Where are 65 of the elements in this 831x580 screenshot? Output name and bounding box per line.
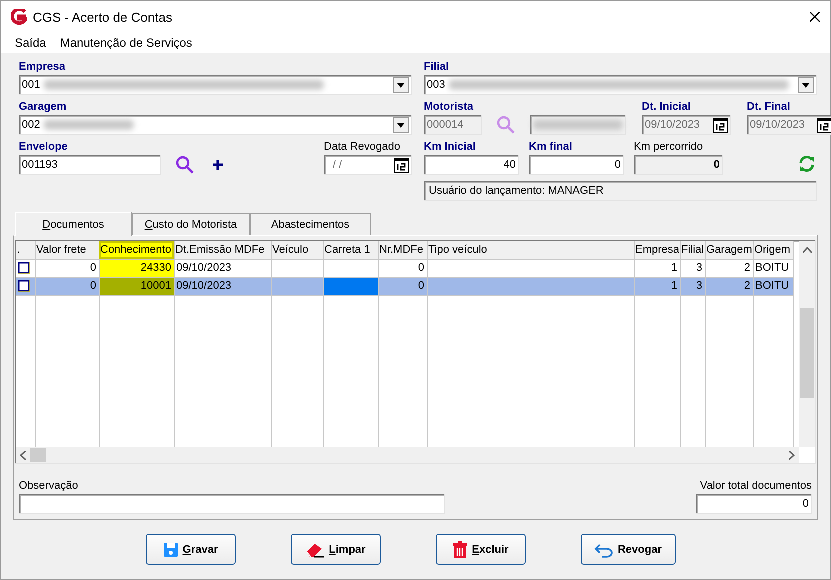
table-cell: 1	[634, 277, 680, 295]
column-header[interactable]: Valor frete	[35, 241, 99, 259]
field-label: Envelope	[19, 140, 69, 155]
table-cell: 3	[680, 259, 705, 277]
column-header[interactable]: Nr.MDFe	[378, 241, 427, 259]
field-label: Garagem	[19, 100, 68, 115]
input-field[interactable]: 001193	[19, 155, 161, 175]
column-header[interactable]: .	[16, 241, 35, 259]
column-header[interactable]: Garagem	[705, 241, 753, 259]
tab[interactable]: Documentos	[15, 212, 132, 236]
table-cell: 10001	[99, 277, 174, 295]
field-label: Filial	[424, 60, 450, 75]
field-label: Dt. Inicial	[642, 100, 692, 115]
table-cell: BOITU	[753, 277, 793, 295]
table-cell: 1	[634, 259, 680, 277]
table-cell: 0	[378, 277, 427, 295]
field-label: Dt. Final	[747, 100, 792, 115]
field-label: Km Inicial	[424, 140, 477, 155]
date-field[interactable]: / /	[324, 155, 412, 175]
menu-item[interactable]: Manutenção de Serviços	[60, 36, 192, 50]
table-cell: 09/10/2023	[174, 259, 271, 277]
column-header[interactable]: Origem	[753, 241, 793, 259]
column-header[interactable]: Tipo veículo	[427, 241, 634, 259]
combo-box[interactable]: 003	[424, 75, 817, 95]
table-cell: BOITU	[753, 259, 793, 277]
input-field[interactable]: 0	[696, 494, 812, 514]
action-button[interactable]: Limpar	[290, 534, 380, 565]
field-label: Empresa	[19, 60, 66, 75]
column-header[interactable]: Filial	[680, 241, 705, 259]
info-box: Usuário do lançamento: MANAGER	[424, 181, 817, 201]
field-label: Valor total documentos	[700, 479, 812, 494]
field-label: Km percorrido	[634, 140, 704, 155]
date-value: 09/10/2023	[750, 119, 806, 131]
table-cell: 0	[35, 259, 99, 277]
date-value: 09/10/2023	[645, 119, 700, 131]
action-button[interactable]: Gravar	[146, 534, 236, 565]
table-cell: 24330	[99, 259, 174, 277]
date-value: / /	[332, 159, 342, 171]
tab[interactable]: Abastecimentos	[250, 213, 371, 235]
field-label: Data Revogado	[324, 140, 402, 155]
action-button[interactable]: Revogar	[580, 534, 676, 565]
table-cell: 2	[705, 277, 753, 295]
menu-item[interactable]: Saída	[15, 36, 46, 50]
input-field[interactable]: 40	[424, 155, 519, 175]
column-header[interactable]: Dt.Emissão MDFe	[174, 241, 271, 259]
table-cell: 3	[680, 277, 705, 295]
field-label: Observação	[19, 479, 80, 494]
combo-value: 002	[22, 119, 40, 131]
table-cell: 0	[378, 259, 427, 277]
combo-value: 001	[22, 79, 40, 91]
table-cell: 09/10/2023	[174, 277, 271, 295]
action-button[interactable]: Excluir	[436, 534, 526, 565]
field-label: Km final	[529, 140, 574, 155]
column-header[interactable]: Conhecimento	[99, 241, 174, 259]
tab[interactable]: Custo do Motorista	[132, 213, 250, 235]
column-header[interactable]: Veículo	[271, 241, 323, 259]
window-title: CGS - Acerto de Contas	[33, 10, 174, 24]
field-label: Motorista	[424, 100, 474, 115]
table-cell: 2	[705, 259, 753, 277]
combo-box[interactable]: 002	[19, 115, 412, 135]
table-cell: 0	[35, 277, 99, 295]
column-header[interactable]: Carreta 1	[323, 241, 378, 259]
combo-value: 003	[427, 79, 446, 91]
input-field[interactable]: 0	[529, 155, 624, 175]
combo-box[interactable]: 001	[19, 75, 412, 95]
